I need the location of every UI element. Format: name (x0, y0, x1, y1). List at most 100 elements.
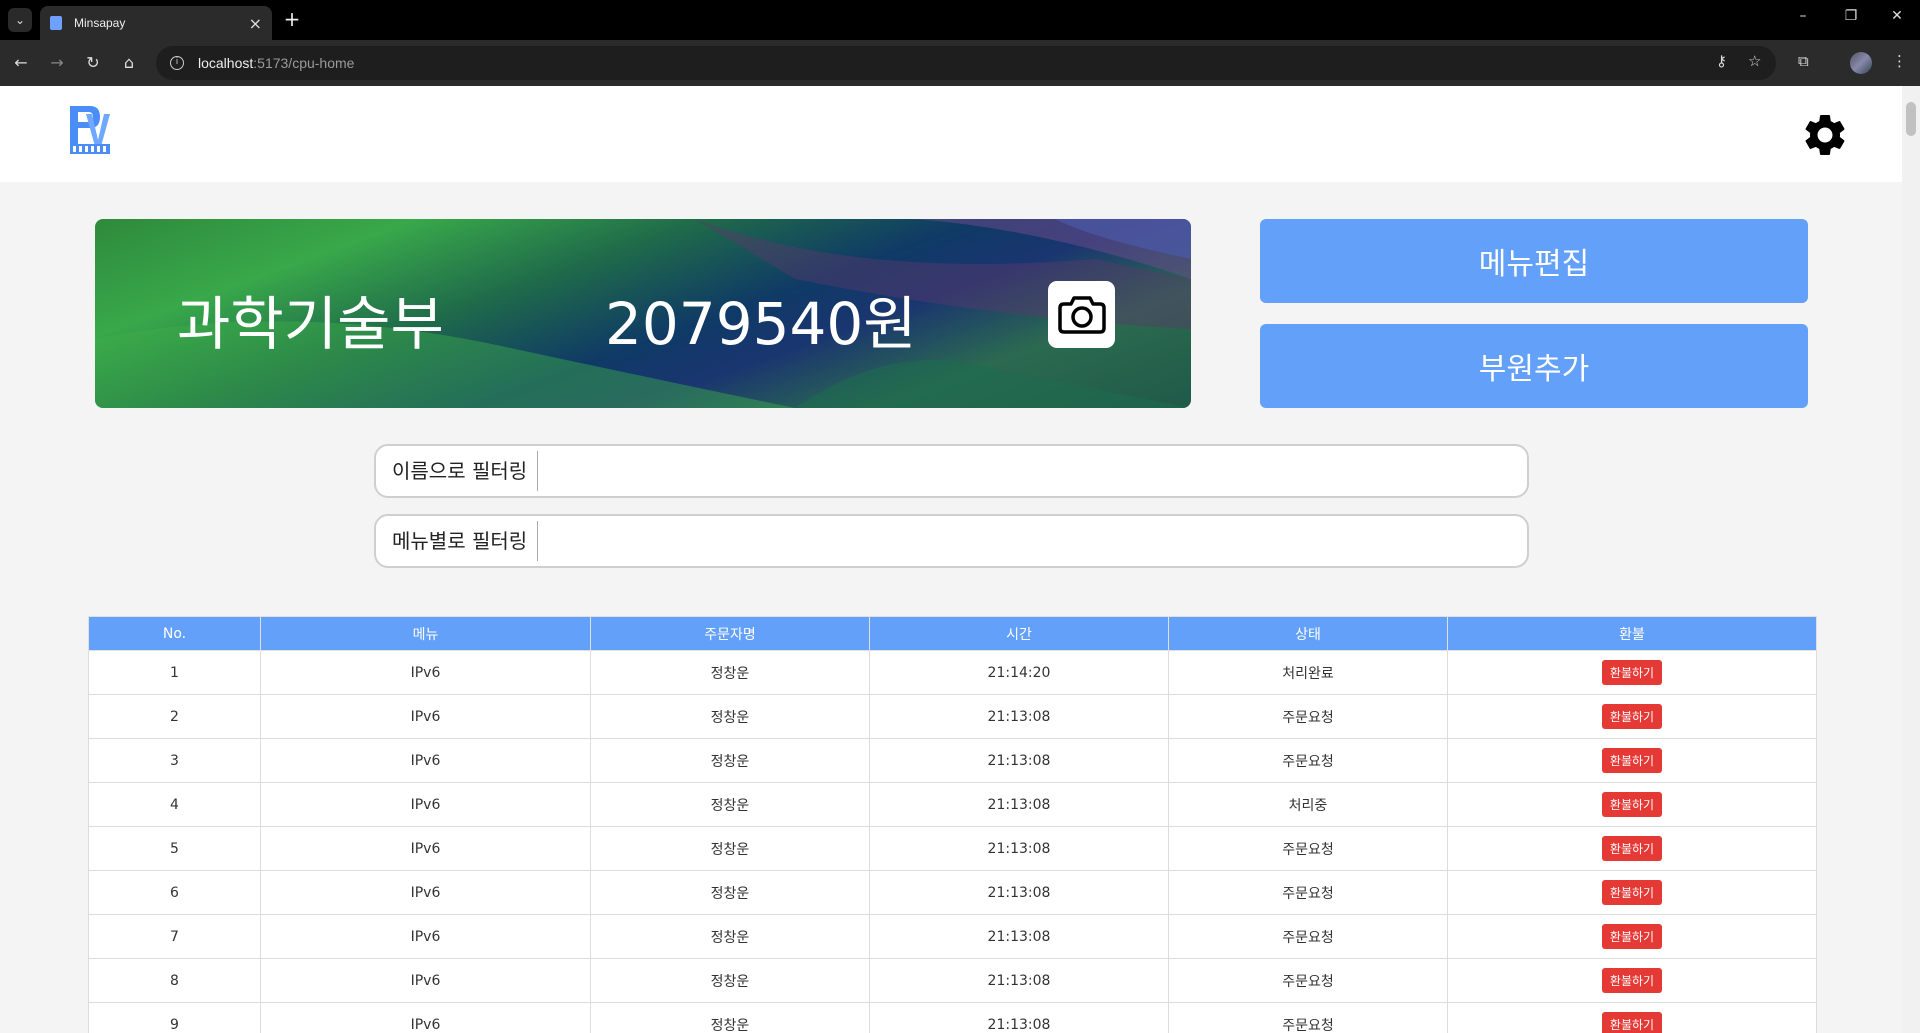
tab-title: Minsapay (74, 16, 126, 30)
balance-amount: 2079540원 (605, 290, 917, 358)
refund-button[interactable]: 환불하기 (1601, 704, 1663, 729)
cell-time: 21:13:08 (869, 958, 1169, 1003)
refund-button[interactable]: 환불하기 (1601, 968, 1663, 993)
refund-button[interactable]: 환불하기 (1601, 748, 1663, 773)
restore-icon[interactable]: ❐ (1828, 8, 1874, 24)
cell-menu: IPv6 (260, 870, 591, 915)
cell-time: 21:13:08 (869, 738, 1169, 783)
minsapay-logo[interactable] (68, 104, 112, 156)
tab-close-icon[interactable]: × (249, 14, 262, 33)
table-row: 6 IPv6 정창운 21:13:08 주문요청 환불하기 (88, 870, 1817, 915)
cell-refund: 환불하기 (1447, 738, 1817, 783)
cell-refund: 환불하기 (1447, 958, 1817, 1003)
add-member-button[interactable]: 부원추가 (1260, 324, 1808, 408)
cell-no: 9 (88, 1002, 261, 1033)
cell-status: 주문요청 (1168, 958, 1448, 1003)
menu-filter: 메뉴별로 필터링 (374, 514, 1529, 568)
col-header-menu: 메뉴 (260, 616, 591, 651)
refund-button[interactable]: 환불하기 (1601, 1012, 1663, 1033)
balance-banner: 과학기술부 2079540원 (95, 219, 1191, 408)
cell-no: 6 (88, 870, 261, 915)
profile-avatar[interactable] (1850, 52, 1872, 74)
col-header-time: 시간 (869, 616, 1169, 651)
cell-orderer: 정창운 (590, 650, 870, 695)
table-row: 7 IPv6 정창운 21:13:08 주문요청 환불하기 (88, 914, 1817, 959)
cell-orderer: 정창운 (590, 782, 870, 827)
url-path: :5173/cpu-home (253, 55, 355, 71)
col-header-orderer: 주문자명 (590, 616, 870, 651)
cell-refund: 환불하기 (1447, 694, 1817, 739)
address-bar[interactable]: i localhost :5173/cpu-home (156, 46, 1776, 80)
cell-menu: IPv6 (260, 738, 591, 783)
cell-time: 21:13:08 (869, 914, 1169, 959)
settings-gear-icon[interactable] (1800, 110, 1850, 160)
cell-refund: 환불하기 (1447, 1002, 1817, 1033)
menu-filter-label: 메뉴별로 필터링 (376, 521, 539, 561)
menu-filter-input[interactable] (538, 521, 1527, 561)
cell-no: 5 (88, 826, 261, 871)
cell-time: 21:13:08 (869, 782, 1169, 827)
cell-menu: IPv6 (260, 826, 591, 871)
cell-time: 21:14:20 (869, 650, 1169, 695)
edit-menu-button[interactable]: 메뉴편집 (1260, 219, 1808, 303)
refund-button[interactable]: 환불하기 (1601, 880, 1663, 905)
cell-status: 주문요청 (1168, 738, 1448, 783)
browser-tab[interactable]: Minsapay × (40, 6, 272, 40)
refund-button[interactable]: 환불하기 (1601, 792, 1663, 817)
minimize-icon[interactable]: – (1780, 8, 1826, 24)
tab-list-chevron-icon[interactable]: ⌄ (8, 8, 32, 32)
cell-refund: 환불하기 (1447, 650, 1817, 695)
col-header-refund: 환불 (1447, 616, 1817, 651)
bookmark-star-icon[interactable]: ☆ (1748, 52, 1761, 70)
new-tab-plus-icon[interactable]: + (280, 8, 304, 32)
cell-status: 처리중 (1168, 782, 1448, 827)
page-scrollbar[interactable] (1902, 86, 1920, 1033)
refund-button[interactable]: 환불하기 (1601, 836, 1663, 861)
home-icon[interactable]: ⌂ (118, 52, 140, 74)
name-filter: 이름으로 필터링 (374, 444, 1529, 498)
app-header (0, 86, 1902, 182)
back-arrow-icon[interactable]: ← (10, 52, 32, 74)
cell-orderer: 정창운 (590, 914, 870, 959)
cell-menu: IPv6 (260, 914, 591, 959)
browser-menu-icon[interactable]: ⋮ (1892, 52, 1907, 70)
cell-status: 주문요청 (1168, 1002, 1448, 1033)
cell-status: 주문요청 (1168, 870, 1448, 915)
url-host: localhost (198, 55, 254, 71)
cell-orderer: 정창운 (590, 870, 870, 915)
refund-button[interactable]: 환불하기 (1601, 924, 1663, 949)
cell-refund: 환불하기 (1447, 870, 1817, 915)
site-info-icon[interactable]: i (170, 56, 184, 70)
cell-menu: IPv6 (260, 782, 591, 827)
col-header-status: 상태 (1168, 616, 1448, 651)
favicon-icon (50, 16, 62, 30)
cell-time: 21:13:08 (869, 694, 1169, 739)
table-row: 9 IPv6 정창운 21:13:08 주문요청 환불하기 (88, 1002, 1817, 1033)
table-row: 1 IPv6 정창운 21:14:20 처리완료 환불하기 (88, 650, 1817, 695)
camera-icon (1057, 295, 1106, 334)
page-content: 과학기술부 2079540원 메뉴편집 부원추가 이름으로 필터링 메뉴별로 필… (0, 86, 1920, 1033)
forward-arrow-icon[interactable]: → (46, 52, 68, 74)
cell-no: 7 (88, 914, 261, 959)
cell-time: 21:13:08 (869, 870, 1169, 915)
table-row: 8 IPv6 정창운 21:13:08 주문요청 환불하기 (88, 958, 1817, 1003)
camera-button[interactable] (1048, 281, 1115, 348)
reload-icon[interactable]: ↻ (82, 52, 104, 74)
cell-no: 1 (88, 650, 261, 695)
browser-titlebar: ⌄ Minsapay × + – ❐ ✕ (0, 0, 1920, 40)
table-row: 2 IPv6 정창운 21:13:08 주문요청 환불하기 (88, 694, 1817, 739)
cell-refund: 환불하기 (1447, 826, 1817, 871)
scroll-thumb[interactable] (1906, 102, 1916, 136)
cell-orderer: 정창운 (590, 694, 870, 739)
cell-orderer: 정창운 (590, 738, 870, 783)
name-filter-input[interactable] (538, 451, 1527, 491)
table-row: 5 IPv6 정창운 21:13:08 주문요청 환불하기 (88, 826, 1817, 871)
window-close-icon[interactable]: ✕ (1874, 8, 1920, 24)
cell-refund: 환불하기 (1447, 782, 1817, 827)
cell-menu: IPv6 (260, 650, 591, 695)
cell-status: 주문요청 (1168, 694, 1448, 739)
cell-orderer: 정창운 (590, 1002, 870, 1033)
password-key-icon[interactable]: ⚷ (1716, 52, 1727, 70)
extensions-puzzle-icon[interactable]: ⧉ (1798, 52, 1809, 70)
refund-button[interactable]: 환불하기 (1601, 660, 1663, 685)
